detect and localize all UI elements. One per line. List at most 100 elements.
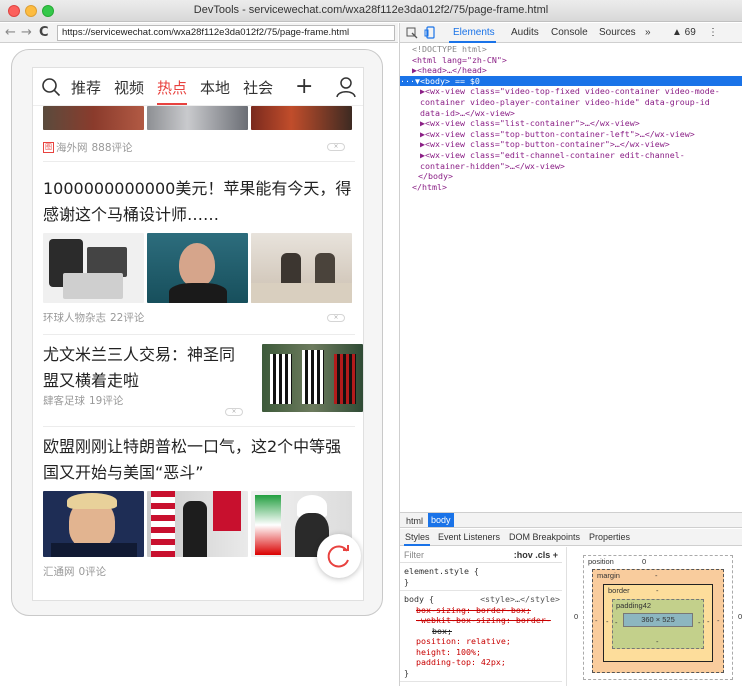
position-value: 0 xyxy=(642,557,647,566)
url-field[interactable]: https://servicewechat.com/wxa28f112e3da0… xyxy=(57,25,395,41)
dislike-close-icon[interactable]: × xyxy=(327,143,345,151)
dom-node[interactable]: ▶<wx-view class="top-button-container-le… xyxy=(400,129,742,140)
styles-pane: Filter :hov .cls + element.style { } bod… xyxy=(400,547,562,682)
refresh-icon xyxy=(327,545,349,568)
devtools-panel: Elements Audits Console Sources » ▲ 69 ⋮… xyxy=(399,23,742,686)
border-left-value: - xyxy=(606,617,609,626)
position-left-value: 0 xyxy=(574,612,579,621)
style-property-continued: box; xyxy=(432,625,452,636)
tab-styles[interactable]: Styles xyxy=(405,532,430,542)
tab-local[interactable]: 本地 xyxy=(200,77,230,101)
tab-hot[interactable]: 热点 xyxy=(157,77,188,105)
styles-filter[interactable]: Filter :hov .cls + xyxy=(400,547,562,563)
dom-node-continued: container video-player-container video-h… xyxy=(420,96,710,107)
comment-count: 19评论 xyxy=(89,394,124,407)
news-image xyxy=(251,233,352,303)
dom-node-continued: container-hidden">…</wx-view> xyxy=(420,160,565,171)
breadcrumb-body[interactable]: body xyxy=(428,513,454,527)
element-style-rule[interactable]: element.style { } xyxy=(400,563,562,591)
dom-node[interactable]: <!DOCTYPE html> xyxy=(400,44,742,55)
box-border[interactable]: border - - - padding42 - - 360 × 525 - xyxy=(603,584,713,662)
tab-event-listeners[interactable]: Event Listeners xyxy=(438,532,500,542)
list-item[interactable]: 图 海外网 888评论 × xyxy=(33,106,363,186)
comment-count: 0评论 xyxy=(78,565,107,578)
channel-bar: 推荐 视频 热点 本地 社会 + xyxy=(33,68,363,106)
rule-source-link[interactable]: <style>…</style> xyxy=(480,594,560,605)
tab-audits[interactable]: Audits xyxy=(511,27,539,38)
news-source: 环球人物杂志 xyxy=(43,311,106,324)
rule-close: } xyxy=(404,667,409,678)
style-property[interactable]: position: relative; xyxy=(404,636,558,647)
style-property[interactable]: -webkit-box-sizing: border- xyxy=(404,615,558,626)
filter-controls[interactable]: :hov .cls + xyxy=(514,550,558,561)
tab-elements[interactable]: Elements xyxy=(453,27,495,38)
reload-icon[interactable]: C xyxy=(39,25,49,40)
margin-value: - xyxy=(655,571,658,580)
box-position[interactable]: position 0 0 0 margin - - - border - - -… xyxy=(574,555,742,680)
window-title: DevTools - servicewechat.com/wxa28f112e3… xyxy=(193,4,549,16)
more-tabs-icon[interactable]: » xyxy=(645,27,651,38)
dislike-close-icon[interactable]: × xyxy=(327,314,345,322)
inspect-element-icon[interactable] xyxy=(406,27,418,39)
list-item[interactable]: 欧盟刚刚让特朗普松一口气，这2个中等强国又开始与美国“恶斗” 汇通网 0评论 xyxy=(33,434,363,594)
breadcrumb-html[interactable]: html xyxy=(403,515,426,527)
news-source: 肆客足球 xyxy=(43,394,85,407)
dislike-close-icon[interactable]: × xyxy=(225,408,243,416)
back-icon[interactable]: ← xyxy=(5,25,16,40)
dom-node[interactable]: <html lang="zh-CN"> xyxy=(400,55,742,66)
add-channel-icon[interactable]: + xyxy=(295,76,313,98)
rule-close: } xyxy=(404,576,409,587)
dom-node[interactable]: </body> xyxy=(400,171,742,182)
dom-node[interactable]: </html> xyxy=(400,182,742,193)
tab-console[interactable]: Console xyxy=(551,27,588,38)
dom-node[interactable]: ▶<wx-view class="top-button-container">…… xyxy=(400,139,742,150)
filter-input[interactable]: Filter xyxy=(404,550,424,560)
forward-icon[interactable]: → xyxy=(21,25,32,40)
tab-sources[interactable]: Sources xyxy=(599,27,636,38)
padding-label: padding42 xyxy=(616,601,652,610)
dom-node-selected[interactable]: ···▼<body> == $0 xyxy=(400,75,742,87)
dom-node[interactable]: ▶<head>…</head> xyxy=(400,65,742,76)
dom-node[interactable]: ▶<wx-view class="edit-channel-container … xyxy=(400,150,742,161)
image-tag-icon: 图 xyxy=(43,141,54,153)
news-title: 尤文米兰三人交易：神圣同盟又横着走啦 xyxy=(43,345,236,390)
news-image xyxy=(262,344,363,412)
tab-video[interactable]: 视频 xyxy=(114,77,144,101)
box-margin[interactable]: margin - - - border - - - padding42 - - … xyxy=(592,569,724,673)
search-icon[interactable] xyxy=(41,77,61,97)
simulator-url-bar: ← → C https://servicewechat.com/wxa28f11… xyxy=(0,23,398,43)
list-item[interactable]: 尤文米兰三人交易：神圣同盟又横着走啦 肆客足球 19评论 × xyxy=(33,342,363,434)
margin-label: margin xyxy=(597,571,620,580)
dom-node[interactable]: ▶<wx-view class="list-container">…</wx-v… xyxy=(400,118,742,129)
device-toolbar-icon[interactable] xyxy=(424,26,436,39)
refresh-button[interactable] xyxy=(317,534,361,578)
news-image xyxy=(43,233,144,303)
tab-recommend[interactable]: 推荐 xyxy=(71,77,101,101)
border-value: - xyxy=(656,586,659,595)
dom-node[interactable]: ▶<wx-view class="video-top-fixed video-c… xyxy=(400,86,742,97)
style-property[interactable]: box-sizing: border-box; xyxy=(404,605,558,616)
list-item[interactable]: 1000000000000美元！苹果能有今天，得感谢这个马桶设计师…… 环球人物… xyxy=(33,176,363,336)
comment-count: 22评论 xyxy=(110,311,145,324)
padding-left-value: - xyxy=(615,618,618,627)
tab-society[interactable]: 社会 xyxy=(243,77,273,101)
style-property[interactable]: padding-top: 42px; xyxy=(404,657,558,668)
box-padding[interactable]: padding42 - - 360 × 525 - xyxy=(612,599,704,649)
box-content-size[interactable]: 360 × 525 xyxy=(623,613,693,627)
news-image xyxy=(43,106,144,130)
active-tab-indicator xyxy=(449,41,496,43)
tab-properties[interactable]: Properties xyxy=(589,532,630,542)
user-icon[interactable] xyxy=(335,76,357,98)
box-model-diagram: position 0 0 0 margin - - - border - - -… xyxy=(566,547,742,686)
padding-bottom-value: - xyxy=(656,637,659,646)
window-titlebar: DevTools - servicewechat.com/wxa28f112e3… xyxy=(0,0,742,22)
warnings-badge[interactable]: ▲ 69 xyxy=(672,27,696,38)
position-label: position xyxy=(588,557,614,566)
body-style-rule[interactable]: body { <style>…</style> box-sizing: bord… xyxy=(400,591,562,682)
position-right-value: 0 xyxy=(738,612,742,621)
dom-tree: <!DOCTYPE html> <html lang="zh-CN"> ▶<he… xyxy=(400,44,742,192)
news-feed: 图 海外网 888评论 × 1000000000000美元！苹果能有今天，得感谢… xyxy=(33,106,363,594)
tab-dom-breakpoints[interactable]: DOM Breakpoints xyxy=(509,532,580,542)
devtools-menu-icon[interactable]: ⋮ xyxy=(708,27,718,38)
style-property[interactable]: height: 100%; xyxy=(404,647,558,658)
